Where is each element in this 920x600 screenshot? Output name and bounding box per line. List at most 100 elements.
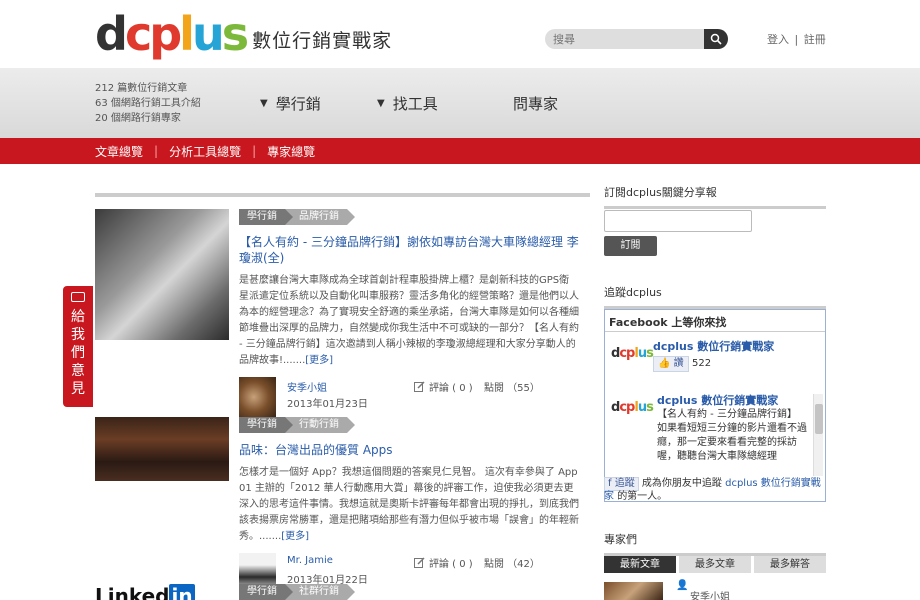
facebook-icon: f bbox=[608, 478, 612, 489]
article-meta: 安季小姐 2013年01月23日 評論 ( 0 ) 點閱 （55） bbox=[239, 377, 579, 421]
article-title[interactable]: 【名人有約 - 三分鐘品牌行銷】謝依如專訪台灣大車隊總經理 李瓊淑(全) bbox=[239, 234, 579, 266]
subnav-experts-overview[interactable]: 專家總覽 bbox=[267, 143, 315, 160]
scrollbar-thumb[interactable] bbox=[815, 404, 823, 434]
nav-learn-marketing[interactable]: ▼ 學行銷 bbox=[260, 93, 321, 114]
article-content: 學行銷 社群行銷 bbox=[239, 584, 579, 600]
stat-articles: 212 篇數位行銷文章 bbox=[95, 83, 188, 94]
author-avatar[interactable] bbox=[239, 377, 276, 417]
thumb-wordmark: Linked bbox=[95, 584, 170, 600]
category-tag[interactable]: 學行銷 bbox=[239, 417, 293, 433]
logo-subtitle: 數位行銷實戰家 bbox=[252, 29, 393, 52]
stat-experts: 20 個網路行銷專家 bbox=[95, 113, 181, 124]
facebook-widget-header: Facebook 上等你來找 bbox=[605, 310, 825, 332]
facebook-page-link[interactable]: dcplus 數位行銷實戰家 bbox=[653, 338, 774, 354]
content-divider bbox=[95, 193, 590, 197]
stat-tools: 63 個網路行銷工具介紹 bbox=[95, 98, 201, 109]
article-thumbnail[interactable]: Linked in bbox=[95, 584, 229, 600]
nav-label: 找工具 bbox=[392, 95, 438, 113]
site-logo[interactable]: dcplus 數位行銷實戰家 bbox=[95, 8, 392, 60]
article-excerpt: 怎樣才是一個好 App？我想這個問題的答案見仁見智。 這次有幸參與了 App 0… bbox=[239, 465, 579, 545]
chat-bubble-icon bbox=[71, 292, 85, 302]
site-stats: 212 篇數位行銷文章 63 個網路行銷工具介紹 20 個網路行銷專家 bbox=[95, 81, 201, 126]
sub-nav-bar: 文章總覽 | 分析工具總覽 | 專家總覽 bbox=[0, 138, 920, 164]
feedback-label: 給我們意見 bbox=[71, 309, 85, 397]
article-tags: 學行銷 品牌行銷 bbox=[239, 209, 579, 225]
nav-ask-experts[interactable]: 問專家 bbox=[513, 93, 558, 114]
comments-link[interactable]: 評論 ( 0 ) bbox=[414, 555, 473, 570]
thumbs-up-icon: 👍 bbox=[658, 358, 671, 369]
footer-text: 成為你朋友中追蹤 bbox=[641, 478, 722, 489]
subcategory-tag[interactable]: 品牌行銷 bbox=[285, 209, 355, 225]
article-tags: 學行銷 社群行銷 bbox=[239, 584, 579, 600]
experts-tabs: 最新文章 最多文章 最多解答 bbox=[604, 556, 826, 573]
like-label: 讚 bbox=[673, 358, 684, 369]
expert-list-item[interactable]: 👤 安季小姐 bbox=[604, 580, 826, 600]
subscribe-button[interactable]: 訂閱 bbox=[604, 236, 657, 256]
facebook-scrollbar[interactable] bbox=[813, 394, 823, 476]
comments-count: 評論 ( 0 ) bbox=[429, 383, 473, 394]
article-title[interactable]: 品味：台灣出品的優質 Apps bbox=[239, 442, 579, 458]
article-thumbnail[interactable] bbox=[95, 417, 229, 481]
expert-name[interactable]: 安季小姐 bbox=[690, 588, 730, 600]
article-excerpt-text: 是甚麼讓台灣大車隊成為全球首創計程車股掛牌上櫃？是創新科技的GPS衛星派遣定位系… bbox=[239, 275, 579, 366]
article-thumbnail[interactable] bbox=[95, 209, 229, 340]
thumb-badge: in bbox=[169, 584, 195, 600]
tab-most-articles[interactable]: 最多文章 bbox=[679, 556, 751, 573]
like-count: 522 bbox=[692, 358, 712, 369]
follow-heading: 追蹤dcplus bbox=[604, 286, 662, 299]
views-count: 點閱 （42） bbox=[484, 559, 540, 570]
search-input[interactable] bbox=[545, 29, 704, 49]
article-photo: Linked in bbox=[95, 584, 229, 600]
subscribe-section: 訂閱dcplus關鍵分享報 bbox=[604, 184, 826, 209]
read-more-link[interactable]: [更多] bbox=[281, 531, 309, 542]
search-box bbox=[545, 29, 728, 49]
logo-wordmark: dcplus bbox=[95, 7, 249, 61]
subscribe-heading: 訂閱dcplus關鍵分享報 bbox=[604, 186, 717, 199]
subscribe-email-input[interactable] bbox=[604, 210, 752, 232]
search-button[interactable] bbox=[704, 29, 728, 49]
article-content: 學行銷 品牌行銷 【名人有約 - 三分鐘品牌行銷】謝依如專訪台灣大車隊總經理 李… bbox=[239, 209, 579, 421]
experts-section: 專家們 bbox=[604, 531, 826, 556]
subnav-divider: | bbox=[154, 144, 159, 158]
search-icon bbox=[710, 33, 722, 45]
facebook-like-button[interactable]: 👍 讚 bbox=[653, 356, 689, 372]
category-tag[interactable]: 學行銷 bbox=[239, 209, 293, 225]
subnav-article-overview[interactable]: 文章總覽 bbox=[95, 143, 143, 160]
link-separator: | bbox=[794, 33, 799, 46]
subcategory-tag[interactable]: 社群行銷 bbox=[285, 584, 355, 600]
facebook-follow-button[interactable]: f 追蹤 bbox=[604, 477, 639, 491]
article-date: 2013年01月23日 bbox=[287, 399, 368, 410]
author-name[interactable]: 安季小姐 bbox=[287, 379, 327, 394]
page-logo[interactable]: dcplus bbox=[611, 346, 654, 361]
views-count: 點閱 （55） bbox=[484, 383, 540, 394]
expert-avatar[interactable] bbox=[604, 582, 663, 600]
tab-latest-articles[interactable]: 最新文章 bbox=[604, 556, 676, 573]
user-icon: 👤 bbox=[676, 580, 689, 591]
article-tags: 學行銷 行動行銷 bbox=[239, 417, 579, 433]
article-card: Linked in 學行銷 社群行銷 bbox=[95, 584, 590, 600]
author-name[interactable]: Mr. Jamie bbox=[287, 555, 333, 566]
article-content: 學行銷 行動行銷 品味：台灣出品的優質 Apps 怎樣才是一個好 App？我想這… bbox=[239, 417, 579, 597]
facebook-post-body: 【名人有約 - 三分鐘品牌行銷】 如果看短短三分鐘的影片還看不過癮，那一定要來看… bbox=[657, 409, 807, 462]
facebook-follow-footer: f 追蹤 成為你朋友中追蹤 dcplus 數位行銷實戰家 的第一人。 bbox=[604, 477, 826, 503]
triangle-down-icon: ▼ bbox=[377, 98, 385, 109]
nav-find-tools[interactable]: ▼ 找工具 bbox=[377, 93, 438, 114]
facebook-post-title[interactable]: dcplus 數位行銷實戰家 bbox=[657, 392, 778, 408]
subcategory-tag[interactable]: 行動行銷 bbox=[285, 417, 355, 433]
register-link[interactable]: 註冊 bbox=[804, 33, 826, 46]
subnav-tools-overview[interactable]: 分析工具總覽 bbox=[169, 143, 241, 160]
footer-text-end: 的第一人。 bbox=[617, 491, 668, 502]
facebook-widget: Facebook 上等你來找 dcplus dcplus 數位行銷實戰家 👍 讚… bbox=[604, 309, 826, 502]
feedback-tab[interactable]: 給我們意見 bbox=[63, 286, 93, 407]
login-link[interactable]: 登入 bbox=[767, 33, 789, 46]
read-more-link[interactable]: [更多] bbox=[305, 355, 333, 366]
follow-label: 追蹤 bbox=[614, 478, 635, 489]
section-divider bbox=[604, 206, 826, 209]
account-links: 登入 | 註冊 bbox=[767, 31, 826, 47]
nav-label: 學行銷 bbox=[275, 95, 321, 113]
triangle-down-icon: ▼ bbox=[260, 98, 268, 109]
article-card: 學行銷 行動行銷 品味：台灣出品的優質 Apps 怎樣才是一個好 App？我想這… bbox=[95, 417, 590, 593]
tab-most-answers[interactable]: 最多解答 bbox=[754, 556, 826, 573]
comments-link[interactable]: 評論 ( 0 ) bbox=[414, 379, 473, 394]
category-tag[interactable]: 學行銷 bbox=[239, 584, 293, 600]
